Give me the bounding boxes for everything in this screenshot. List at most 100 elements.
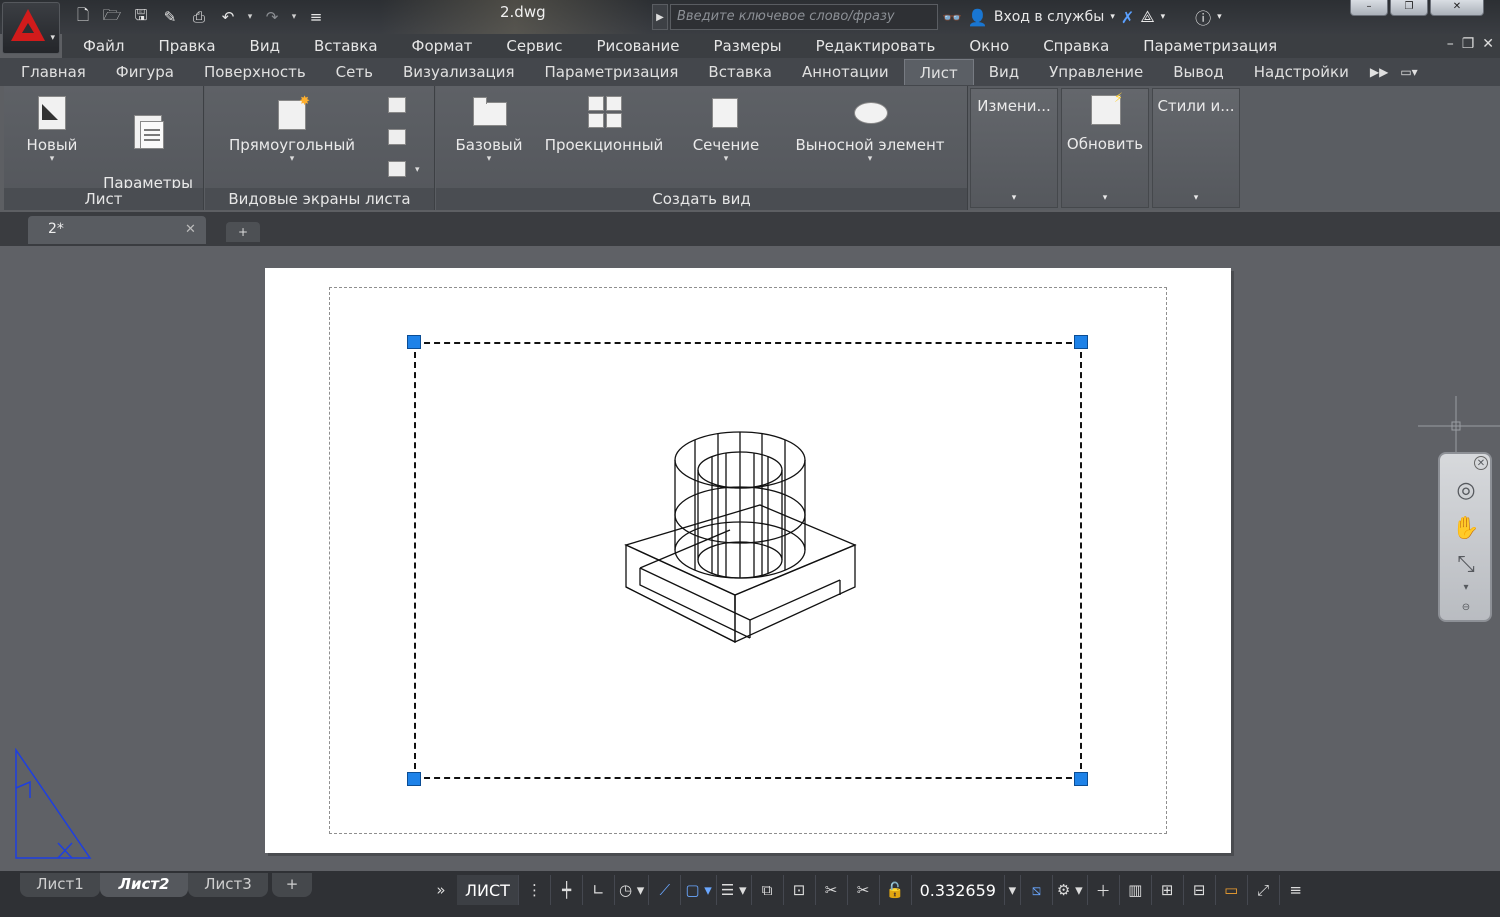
menu-edit[interactable]: Правка [141, 37, 232, 55]
projected-view-button[interactable]: Проекционный [536, 94, 672, 155]
undo-icon[interactable]: ↶ [215, 5, 241, 29]
page-setup-button[interactable]: Параметры страницы [96, 94, 200, 231]
viewport-grip-top-right[interactable] [1074, 335, 1088, 349]
redo-icon[interactable]: ↷ [259, 5, 285, 29]
detail-view-button[interactable]: Выносной элемент ▾ [782, 94, 958, 164]
snap-icon[interactable]: ┿ [551, 875, 583, 905]
saveas-icon[interactable]: ✎ [157, 5, 183, 29]
menu-parametric[interactable]: Параметризация [1126, 37, 1294, 55]
undo-dropdown-icon[interactable]: ▾ [244, 12, 256, 22]
menu-draw[interactable]: Рисование [579, 37, 696, 55]
grid-icon[interactable]: ⋮ [519, 875, 551, 905]
base-view-button[interactable]: Базовый ▾ [444, 94, 534, 164]
autodesk-icon[interactable]: ⟁ [1140, 7, 1154, 27]
isolate-objects-icon[interactable]: ⊟ [1184, 875, 1216, 905]
ortho-icon[interactable]: ∟ [583, 875, 615, 905]
exchange-icon[interactable]: ✗ [1121, 8, 1134, 27]
selection-cycling-icon[interactable]: ⧉ [752, 875, 784, 905]
tab-insert[interactable]: Вставка [693, 59, 787, 85]
tab-output[interactable]: Вывод [1158, 59, 1239, 85]
menu-view[interactable]: Вид [233, 37, 297, 55]
scale-sync-icon[interactable]: ⧅ [1021, 875, 1053, 905]
hardware-acceleration-icon[interactable]: ▭ [1216, 875, 1248, 905]
maximize-button[interactable]: ❐ [1390, 0, 1428, 16]
model-paper-space-toggle[interactable]: ЛИСТ [457, 875, 519, 905]
viewport-grip-bottom-left[interactable] [407, 772, 421, 786]
maximize-viewport-icon[interactable]: ⊡ [784, 875, 816, 905]
search-input[interactable]: Введите ключевое слово/фразу [670, 4, 938, 30]
viewport-scale-value[interactable]: 0.332659 [912, 875, 1005, 905]
menu-window[interactable]: Окно [952, 37, 1026, 55]
save-icon[interactable]: 🖫 [128, 5, 154, 29]
tab-parametric[interactable]: Параметризация [530, 59, 694, 85]
tab-manage[interactable]: Управление [1034, 59, 1158, 85]
isodraft-icon[interactable]: ⟋ [649, 875, 682, 905]
doc-restore-button[interactable]: ❐ [1462, 36, 1475, 52]
menu-help[interactable]: Справка [1026, 37, 1126, 55]
menu-format[interactable]: Формат [395, 37, 490, 55]
tab-view[interactable]: Вид [974, 59, 1034, 85]
tab-overflow-icon[interactable]: ▶▶ [1364, 59, 1394, 85]
new-icon[interactable]: 🗋 [70, 5, 96, 29]
tab-layout[interactable]: Лист [903, 59, 974, 85]
menu-insert[interactable]: Вставка [297, 37, 395, 55]
close-button[interactable]: ✕ [1430, 0, 1484, 16]
viewport-grip-top-left[interactable] [407, 335, 421, 349]
tab-mesh[interactable]: Сеть [321, 59, 388, 85]
clean-screen-icon[interactable]: ⤢ [1248, 875, 1280, 905]
zoom-extents-icon[interactable]: ⤡ [1448, 552, 1484, 582]
search-expand-icon[interactable]: ▶ [652, 4, 668, 30]
tab-surface[interactable]: Поверхность [189, 59, 321, 85]
new-document-tab-button[interactable]: + [226, 222, 260, 242]
panel-styles[interactable]: Стили и... ▾ [1152, 88, 1240, 208]
named-viewport-icon[interactable] [385, 94, 409, 116]
application-menu-button[interactable]: ▾ [2, 2, 60, 54]
workspace-gear-icon[interactable]: ⚙ ▾ [1053, 875, 1088, 905]
menu-file[interactable]: Файл [62, 37, 141, 55]
plot-icon[interactable]: ⎙ [186, 5, 212, 29]
customize-icon[interactable]: ≡ [303, 5, 329, 29]
tab-home[interactable]: Главная [6, 59, 101, 85]
lock-viewport-icon[interactable] [385, 158, 409, 180]
tab-addins[interactable]: Надстройки [1239, 59, 1364, 85]
customization-menu-icon[interactable]: ≡ [1280, 875, 1312, 905]
layout-tab-1[interactable]: Лист1 [20, 873, 100, 897]
layout-tab-2[interactable]: Лист2 [100, 873, 188, 897]
autodesk-dropdown-icon[interactable]: ▾ [1161, 12, 1166, 22]
open-icon[interactable]: 🗁 [99, 5, 125, 29]
tab-annotate[interactable]: Аннотации [787, 59, 904, 85]
rectangular-viewport-button[interactable]: ✸ Прямоугольный ▾ [217, 94, 367, 164]
object-snap-icon[interactable]: ▢ ▾ [681, 875, 717, 905]
tab-solid[interactable]: Фигура [101, 59, 189, 85]
panel-update[interactable]: ⚡ Обновить ▾ [1061, 88, 1149, 208]
new-layout-button[interactable]: Новый ▾ [14, 94, 90, 164]
layout-tab-3[interactable]: Лист3 [188, 873, 268, 897]
doc-minimize-button[interactable]: – [1447, 36, 1454, 52]
menu-modify[interactable]: Редактировать [799, 37, 953, 55]
clip-viewport-icon[interactable] [385, 126, 409, 148]
section-view-button[interactable]: Сечение ▾ [680, 94, 772, 164]
pan-icon[interactable]: ✋ [1448, 516, 1484, 546]
document-tab[interactable]: 2* [28, 216, 206, 244]
units-icon[interactable]: ▥ [1120, 875, 1152, 905]
signin-dropdown-icon[interactable]: ▾ [1110, 12, 1115, 22]
annotation-scale-icon[interactable]: ✂ [816, 875, 848, 905]
menu-dimension[interactable]: Размеры [697, 37, 799, 55]
polar-icon[interactable]: ◷ ▾ [615, 875, 650, 905]
viewport-grip-bottom-right[interactable] [1074, 772, 1088, 786]
scale-dropdown-icon[interactable]: ▾ [1005, 875, 1021, 905]
menu-tools[interactable]: Сервис [489, 37, 579, 55]
user-icon[interactable]: 👤 [968, 8, 988, 27]
redo-dropdown-icon[interactable]: ▾ [288, 12, 300, 22]
panel-modify-view[interactable]: Измени... ▾ [970, 88, 1058, 208]
tab-visualize[interactable]: Визуализация [388, 59, 530, 85]
quick-properties-icon[interactable]: ⊞ [1152, 875, 1184, 905]
viewport-lock-icon[interactable]: 🔓 [880, 875, 912, 905]
annotation-visibility-icon[interactable]: ✂ [848, 875, 880, 905]
binoculars-icon[interactable]: 👓 [942, 8, 962, 27]
add-layout-tab-button[interactable]: + [272, 873, 312, 897]
status-more-icon[interactable]: » [425, 875, 457, 905]
steering-wheel-2d-icon[interactable]: ◎ [1448, 478, 1484, 508]
annotation-monitor-icon[interactable]: ＋ [1088, 875, 1120, 905]
lineweight-icon[interactable]: ☰ ▾ [717, 875, 752, 905]
